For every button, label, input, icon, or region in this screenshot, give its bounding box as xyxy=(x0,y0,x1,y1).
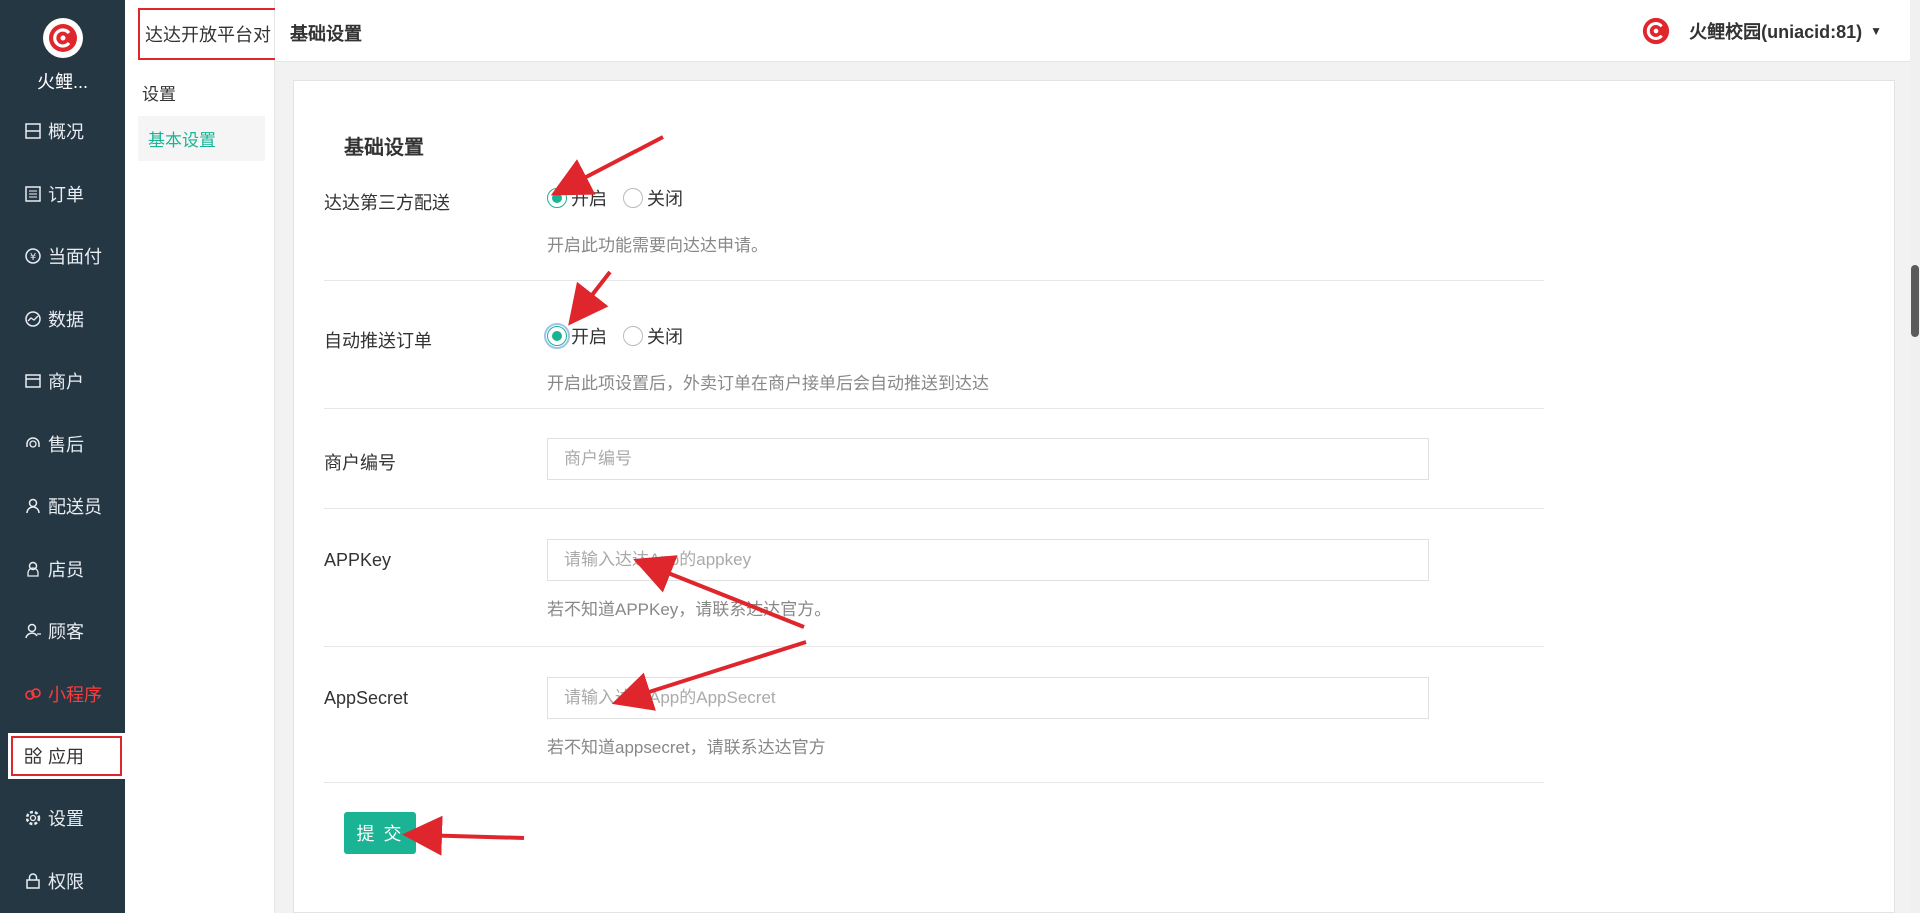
sidebar-item-label: 小程序 xyxy=(48,684,102,705)
form-row-app-secret: AppSecret 若不知道appsecret，请联系达达官方 xyxy=(324,647,1544,783)
chart-icon xyxy=(22,308,44,330)
field-label: 达达第三方配送 xyxy=(324,193,450,213)
gear-icon xyxy=(22,807,44,829)
radio-label: 关闭 xyxy=(647,189,683,209)
radio-disable[interactable]: 关闭 xyxy=(623,323,683,349)
field-control: 若不知道appsecret，请联系达达官方 xyxy=(547,677,1429,758)
yen-icon: ¥ xyxy=(22,245,44,267)
sidebar-item-label: 设置 xyxy=(48,809,84,830)
sidebar-item-label: 店员 xyxy=(48,559,84,580)
sidebar-item-settings[interactable]: 设置 xyxy=(0,787,125,850)
merchant-no-input[interactable] xyxy=(547,438,1429,480)
scrollbar-thumb[interactable] xyxy=(1911,265,1919,337)
account-name: 火鲤校园(uniacid:81) xyxy=(1689,22,1863,42)
sidebar-item-permission[interactable]: 权限 xyxy=(0,850,125,913)
sidebar-nav: 概况 订单 ¥ 当面付 数据 商户 售后 配送员 店员 顾客 小程序 应用 设置… xyxy=(0,100,125,912)
page-title: 基础设置 xyxy=(290,24,362,44)
headset-icon xyxy=(22,433,44,455)
radio-label: 关闭 xyxy=(647,327,683,347)
settings-panel: 基础设置 达达第三方配送 开启 关闭 开启此功能需要向达达申请。 自动推送订单 … xyxy=(293,80,1895,913)
app-key-input[interactable] xyxy=(547,539,1429,581)
field-control: 开启 关闭 开启此功能需要向达达申请。 xyxy=(547,185,768,256)
radio-indicator xyxy=(623,326,643,346)
field-control: 若不知道APPKey，请联系达达官方。 xyxy=(547,539,1429,620)
form-row-merchant-no: 商户编号 xyxy=(324,409,1544,509)
sidebar-item-label: 应用 xyxy=(48,747,84,767)
lock-icon xyxy=(22,870,44,892)
help-text: 开启此项设置后，外卖订单在商户接单后会自动推送到达达 xyxy=(547,374,989,393)
store-icon xyxy=(22,370,44,392)
sidebar-item-face-pay[interactable]: ¥ 当面付 xyxy=(0,225,125,288)
help-text: 若不知道appsecret，请联系达达官方 xyxy=(547,738,826,757)
account-menu[interactable]: 火鲤校园(uniacid:81) ▼ xyxy=(1641,16,1882,46)
sidebar-item-label: 订单 xyxy=(48,184,84,205)
radio-indicator xyxy=(623,188,643,208)
sidebar-item-label: 售后 xyxy=(48,434,84,455)
account-logo-icon xyxy=(1641,16,1671,46)
brand-name: 火鲤... xyxy=(36,72,88,92)
field-label: 自动推送订单 xyxy=(324,331,432,351)
radio-indicator xyxy=(544,323,570,349)
radio-disable[interactable]: 关闭 xyxy=(623,185,683,211)
radio-indicator xyxy=(547,188,567,208)
caret-down-icon: ▼ xyxy=(1870,24,1882,38)
sidebar-item-data[interactable]: 数据 xyxy=(0,288,125,351)
sidebar-item-label: 概况 xyxy=(48,122,84,143)
customer-icon xyxy=(22,620,44,642)
staff-icon xyxy=(22,558,44,580)
list-icon xyxy=(22,183,44,205)
brand: 火鲤... xyxy=(0,0,125,100)
brand-logo[interactable] xyxy=(42,18,83,58)
sidebar-item-orders[interactable]: 订单 xyxy=(0,163,125,226)
logo-icon xyxy=(48,24,77,52)
section-title: 基础设置 xyxy=(344,137,424,159)
sidebar-item-label: 配送员 xyxy=(48,497,102,518)
app-secret-input[interactable] xyxy=(547,677,1429,719)
radio-label: 开启 xyxy=(571,327,607,347)
sidebar-item-label: 权限 xyxy=(48,871,84,892)
field-label: 商户编号 xyxy=(324,453,396,473)
page-scrollbar[interactable] xyxy=(1910,0,1920,913)
sidebar-item-label: 商户 xyxy=(48,372,84,393)
sidebar-item-merchant[interactable]: 商户 xyxy=(0,350,125,413)
subnav-title[interactable]: 达达开放平台对 xyxy=(138,8,278,60)
sidebar-item-courier[interactable]: 配送员 xyxy=(0,475,125,538)
user-icon xyxy=(22,495,44,517)
field-label: AppSecret xyxy=(324,688,409,708)
sidebar-item-miniapp[interactable]: 小程序 xyxy=(0,663,125,726)
svg-text:¥: ¥ xyxy=(30,252,36,263)
sidebar-item-aftersale[interactable]: 售后 xyxy=(0,413,125,476)
form-row-auto-push: 自动推送订单 开启 关闭 开启此项设置后，外卖订单在商户接单后会自动推送到达达 xyxy=(324,281,1544,409)
field-control xyxy=(547,438,1429,480)
form-row-third-party: 达达第三方配送 开启 关闭 开启此功能需要向达达申请。 xyxy=(324,171,1544,281)
radio-enable[interactable]: 开启 xyxy=(544,323,607,349)
sidebar-item-label: 数据 xyxy=(48,309,84,330)
sidebar: 火鲤... 概况 订单 ¥ 当面付 数据 商户 售后 配送员 店员 顾客 小程序… xyxy=(0,0,125,913)
sidebar-item-label: 顾客 xyxy=(48,622,84,643)
field-label: APPKey xyxy=(324,550,392,570)
subnav-group-label: 设置 xyxy=(142,85,176,104)
third-party-radio-group: 开启 关闭 xyxy=(547,185,768,211)
apps-icon xyxy=(22,745,44,767)
sidebar-item-customer[interactable]: 顾客 xyxy=(0,600,125,663)
form-row-app-key: APPKey 若不知道APPKey，请联系达达官方。 xyxy=(324,509,1544,647)
auto-push-radio-group: 开启 关闭 xyxy=(544,323,989,349)
sidebar-item-apps[interactable]: 应用 xyxy=(8,733,125,779)
subnav-item-basic-settings[interactable]: 基本设置 xyxy=(138,116,265,161)
dashboard-icon xyxy=(22,120,44,142)
radio-label: 开启 xyxy=(571,189,607,209)
miniapp-icon xyxy=(22,683,44,705)
help-text: 开启此功能需要向达达申请。 xyxy=(547,236,768,255)
sidebar-item-clerk[interactable]: 店员 xyxy=(0,538,125,601)
sidebar-item-label: 当面付 xyxy=(48,247,102,268)
sidebar-item-overview[interactable]: 概况 xyxy=(0,100,125,163)
radio-enable[interactable]: 开启 xyxy=(547,185,607,211)
field-control: 开启 关闭 开启此项设置后，外卖订单在商户接单后会自动推送到达达 xyxy=(544,323,989,394)
sub-navigation: 达达开放平台对 设置 基本设置 xyxy=(125,0,278,913)
submit-button[interactable]: 提 交 xyxy=(344,812,416,854)
help-text: 若不知道APPKey，请联系达达官方。 xyxy=(547,600,832,619)
top-bar: 基础设置 火鲤校园(uniacid:81) ▼ xyxy=(275,0,1920,62)
